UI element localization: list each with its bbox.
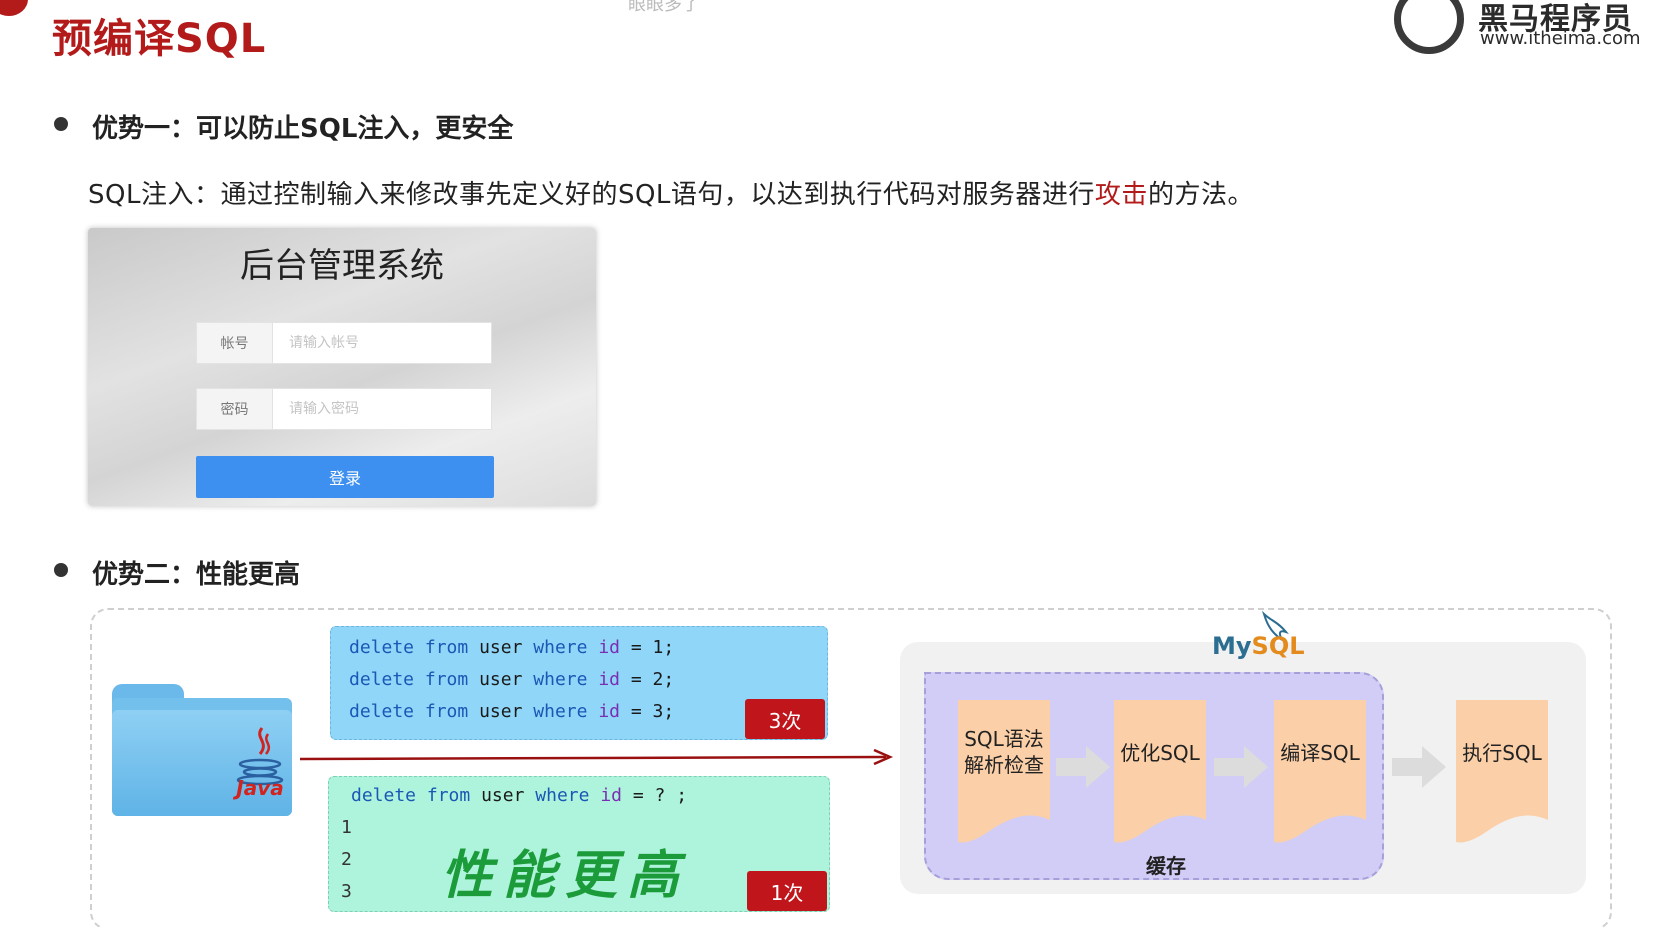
desc-highlight: 攻击 [1094,180,1148,210]
mysql-logo-text: MySQL [1212,632,1305,660]
advantage-two-heading: 优势二：性能更高 [92,560,301,590]
top-caption: 眼眼多了 [628,0,700,15]
desc-end: 的方法。 [1147,180,1254,210]
login-panel: 后台管理系统 帐号 密码 登录 [88,228,596,506]
line-number: 2 [341,849,352,870]
bullet-icon [54,117,68,131]
arrow-right-icon [1056,746,1110,788]
account-label: 帐号 [197,323,273,363]
document-shape-icon [1456,700,1548,843]
login-button[interactable]: 登录 [196,456,494,498]
password-row: 密码 [196,388,492,430]
account-input[interactable] [273,323,491,363]
code-line: delete from user where id = 3; [349,701,675,722]
code-line: delete from user where id = ? ; [351,785,688,806]
code-line: delete from user where id = 2; [349,669,675,690]
line-number: 1 [341,817,352,838]
step-compile: 编译SQL [1274,700,1366,850]
performance-caption: 性能更高 [441,846,690,906]
arrow-right-icon [1214,746,1268,788]
flow-arrow-icon [300,748,894,766]
logo-url: www.itheima.com [1480,28,1641,49]
repeated-statements-box: delete from user where id = 1; delete fr… [330,626,828,740]
java-folder-icon: Java [112,684,292,816]
cache-label: 缓存 [1146,854,1186,878]
step-label: SQL语法 解析检查 [964,727,1044,777]
desc-text: SQL注入：通过控制输入来修改事先定义好的SQL语句，以达到执行代码对服务器进行 [88,180,1095,210]
horse-icon [1394,0,1464,54]
arrow-right-icon [1392,746,1446,788]
java-label: Java [236,776,284,800]
step-label: 编译SQL [1280,741,1360,765]
step-label: 执行SQL [1462,741,1542,765]
password-input[interactable] [273,389,491,429]
title-accent-dot [0,0,28,16]
advantage-one-heading: 优势一：可以防止SQL注入，更安全 [92,114,514,144]
line-number: 3 [341,881,352,902]
count-badge-three: 3次 [745,699,825,739]
brand-logo: 黑马程序员 www.itheima.com [1390,0,1650,56]
password-label: 密码 [197,389,273,429]
step-syntax-check: SQL语法 解析检查 [958,700,1050,850]
step-label: 优化SQL [1120,741,1200,765]
step-execute: 执行SQL [1456,700,1548,850]
document-shape-icon [1114,700,1206,843]
code-line: delete from user where id = 1; [349,637,675,658]
step-optimize: 优化SQL [1114,700,1206,850]
bullet-icon [54,563,68,577]
document-shape-icon [1274,700,1366,843]
prepared-statement-box: delete from user where id = ? ; 1 2 3 性能… [328,776,830,912]
login-title: 后台管理系统 [240,246,444,286]
count-badge-once: 1次 [747,871,827,911]
page-title: 预编译SQL [52,16,267,62]
account-row: 帐号 [196,322,492,364]
sql-injection-description: SQL注入：通过控制输入来修改事先定义好的SQL语句，以达到执行代码对服务器进行… [88,174,1254,211]
